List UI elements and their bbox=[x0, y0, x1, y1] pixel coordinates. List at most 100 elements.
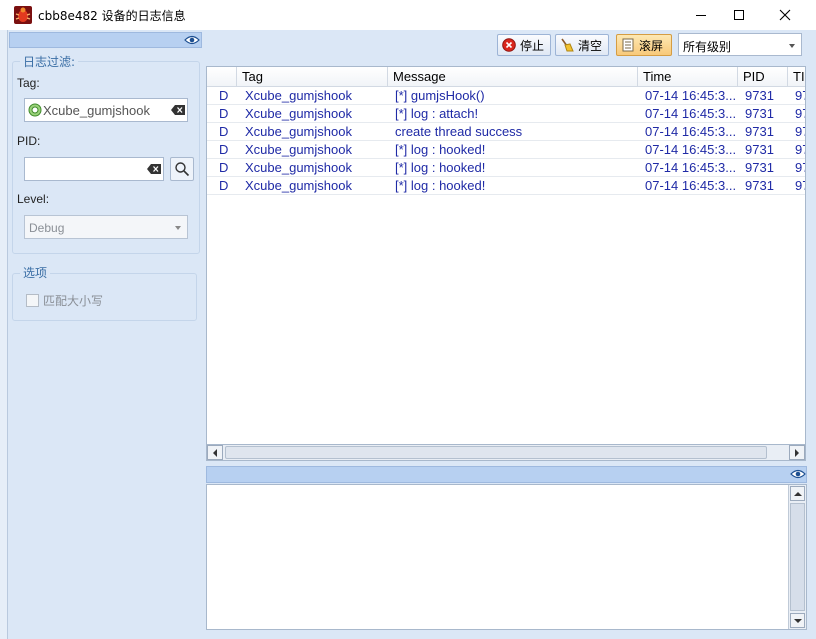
table-cell-tag: Xcube_gumjshook bbox=[245, 142, 352, 157]
vertical-scrollbar[interactable] bbox=[788, 485, 806, 629]
pid-label: PID: bbox=[17, 134, 41, 148]
table-cell-tag: Xcube_gumjshook bbox=[245, 88, 352, 103]
table-cell-level: D bbox=[219, 142, 229, 157]
eye-icon[interactable] bbox=[184, 35, 200, 45]
log-detail-textarea[interactable] bbox=[206, 484, 807, 630]
minimize-icon bbox=[696, 15, 706, 16]
detail-panel-header[interactable] bbox=[206, 466, 807, 483]
table-cell-message: [*] gumjsHook() bbox=[395, 88, 485, 103]
scroll-down-button[interactable] bbox=[790, 613, 805, 628]
search-button[interactable] bbox=[170, 157, 194, 181]
scroll-label: 滚屏 bbox=[639, 38, 664, 53]
table-cell-tid: 97 bbox=[795, 178, 805, 193]
close-icon bbox=[779, 9, 791, 21]
broom-icon bbox=[561, 38, 574, 52]
table-cell-time: 07-14 16:45:3... bbox=[645, 160, 737, 175]
table-cell-pid: 9731 bbox=[745, 178, 774, 193]
table-cell-tid: 97 bbox=[795, 88, 805, 103]
tag-filter-icon bbox=[28, 103, 42, 117]
table-cell-time: 07-14 16:45:3... bbox=[645, 124, 737, 139]
log-filter-title: 日志过滤: bbox=[20, 53, 79, 70]
stop-button[interactable]: 停止 bbox=[497, 34, 551, 56]
scroll-up-button[interactable] bbox=[790, 486, 805, 501]
horizontal-scrollbar[interactable] bbox=[206, 444, 806, 461]
table-cell-tag: Xcube_gumjshook bbox=[245, 124, 352, 139]
table-cell-pid: 9731 bbox=[745, 88, 774, 103]
table-row[interactable]: D Xcube_gumjshook [*] gumjsHook() 07-14 16:… bbox=[207, 87, 805, 105]
arrow-left-icon bbox=[213, 448, 217, 457]
filter-panel-header[interactable] bbox=[9, 32, 202, 48]
table-cell-tid: 97 bbox=[795, 124, 805, 139]
log-table[interactable]: Tag Message Time PID TI D Xcube_gumjshook… bbox=[206, 66, 806, 460]
table-cell-pid: 9731 bbox=[745, 142, 774, 157]
column-header-tag[interactable]: Tag bbox=[237, 67, 388, 87]
column-header-message[interactable]: Message bbox=[388, 67, 638, 87]
chevron-down-icon bbox=[175, 226, 181, 230]
table-cell-pid: 9731 bbox=[745, 160, 774, 175]
tag-input-value: Xcube_gumjshook bbox=[43, 103, 150, 118]
table-row[interactable]: D Xcube_gumjshook [*] log : hooked! 07-14 1… bbox=[207, 159, 805, 177]
window-title: cbb8e482 设备的日志信息 bbox=[38, 9, 186, 23]
table-cell-tag: Xcube_gumjshook bbox=[245, 178, 352, 193]
column-header-tid[interactable]: TI bbox=[788, 67, 805, 87]
search-icon bbox=[175, 162, 190, 177]
table-cell-pid: 9731 bbox=[745, 124, 774, 139]
arrow-down-icon bbox=[793, 618, 802, 623]
table-row[interactable]: D Xcube_gumjshook create thread success 07-… bbox=[207, 123, 805, 141]
tag-input[interactable]: Xcube_gumjshook bbox=[24, 98, 188, 122]
table-row[interactable]: D Xcube_gumjshook [*] log : attach! 07-14 1… bbox=[207, 105, 805, 123]
table-cell-level: D bbox=[219, 124, 229, 139]
close-button[interactable] bbox=[762, 0, 808, 30]
table-cell-tag: Xcube_gumjshook bbox=[245, 106, 352, 121]
table-cell-time: 07-14 16:45:3... bbox=[645, 178, 737, 193]
table-cell-tag: Xcube_gumjshook bbox=[245, 160, 352, 175]
stop-icon bbox=[502, 38, 516, 52]
clear-pid-icon[interactable] bbox=[147, 164, 161, 174]
match-case-checkbox[interactable] bbox=[26, 294, 39, 307]
column-header-time[interactable]: Time bbox=[638, 67, 738, 87]
horizontal-scroll-thumb[interactable] bbox=[225, 446, 767, 459]
maximize-icon bbox=[734, 10, 744, 20]
table-row[interactable]: D Xcube_gumjshook [*] log : hooked! 07-14 1… bbox=[207, 177, 805, 195]
scroll-right-button[interactable] bbox=[789, 445, 805, 460]
scroll-button[interactable]: 滚屏 bbox=[616, 34, 672, 56]
log-level-select[interactable]: 所有级别 bbox=[678, 33, 802, 56]
table-cell-message: [*] log : hooked! bbox=[395, 160, 486, 175]
table-cell-tid: 97 bbox=[795, 160, 805, 175]
arrow-right-icon bbox=[795, 448, 799, 457]
table-cell-time: 07-14 16:45:3... bbox=[645, 142, 737, 157]
level-label: Level: bbox=[17, 192, 50, 206]
table-cell-time: 07-14 16:45:3... bbox=[645, 106, 737, 121]
scroll-icon bbox=[622, 38, 634, 52]
eye-icon[interactable] bbox=[790, 469, 806, 479]
level-select-value: Debug bbox=[29, 221, 65, 235]
table-cell-level: D bbox=[219, 88, 229, 103]
level-select[interactable]: Debug bbox=[24, 215, 188, 239]
pid-input[interactable] bbox=[24, 157, 164, 181]
clear-label: 清空 bbox=[578, 38, 603, 53]
arrow-up-icon bbox=[793, 491, 802, 496]
table-cell-message: create thread success bbox=[395, 124, 523, 139]
stop-label: 停止 bbox=[520, 38, 545, 53]
table-cell-level: D bbox=[219, 160, 229, 175]
table-cell-tid: 97 bbox=[795, 106, 805, 121]
tag-label: Tag: bbox=[17, 76, 40, 90]
options-title: 选项 bbox=[20, 264, 51, 281]
vertical-scroll-thumb[interactable] bbox=[790, 503, 805, 611]
chevron-down-icon bbox=[789, 44, 795, 48]
clear-button[interactable]: 清空 bbox=[555, 34, 609, 56]
table-cell-level: D bbox=[219, 178, 229, 193]
scroll-left-button[interactable] bbox=[207, 445, 223, 460]
background-window-edge bbox=[0, 30, 8, 639]
match-case-label: 匹配大小写 bbox=[43, 294, 104, 308]
table-cell-message: [*] log : hooked! bbox=[395, 142, 486, 157]
maximize-button[interactable] bbox=[716, 0, 762, 30]
column-header-level[interactable] bbox=[207, 67, 237, 87]
bug-icon bbox=[14, 6, 32, 24]
table-cell-tid: 97 bbox=[795, 142, 805, 157]
table-row[interactable]: D Xcube_gumjshook [*] log : hooked! 07-14 1… bbox=[207, 141, 805, 159]
column-header-pid[interactable]: PID bbox=[738, 67, 788, 87]
clear-tag-icon[interactable] bbox=[171, 105, 185, 115]
table-cell-level: D bbox=[219, 106, 229, 121]
table-cell-pid: 9731 bbox=[745, 106, 774, 121]
